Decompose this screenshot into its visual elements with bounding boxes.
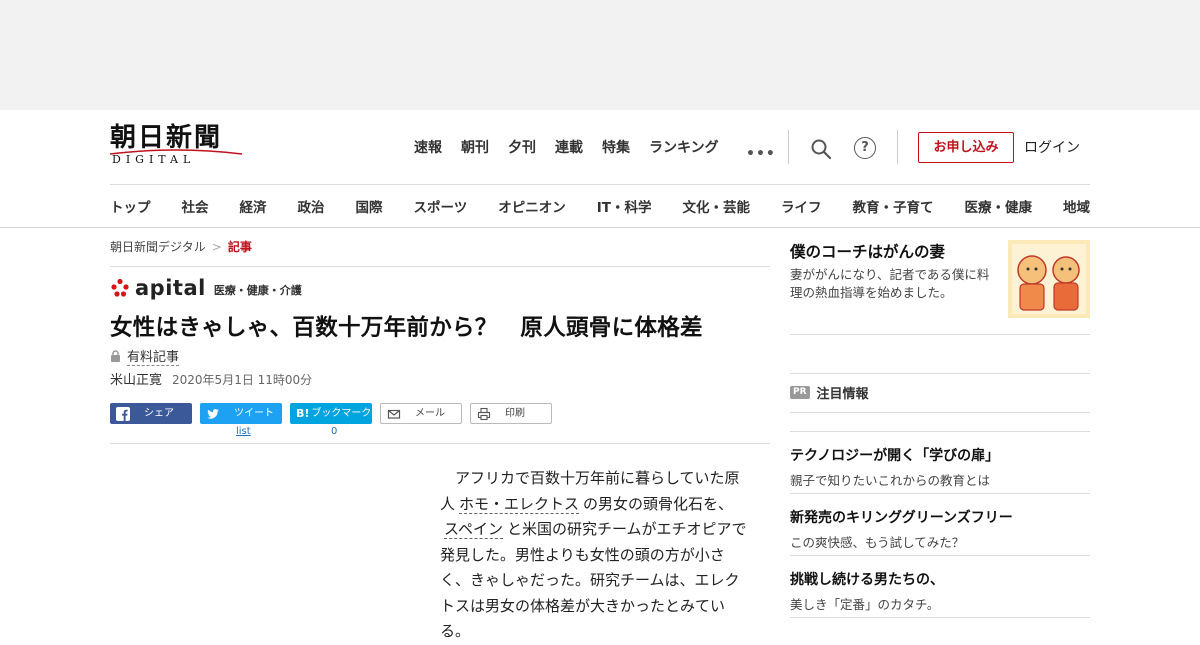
- hatena-icon: B!: [296, 406, 310, 420]
- printer-icon: [477, 407, 491, 420]
- breadcrumb-separator: >: [211, 240, 222, 254]
- category-item[interactable]: オピニオン: [498, 196, 566, 216]
- site-header: 朝日新聞 DIGITAL 速報 朝刊 夕刊 連載 特集 ランキング ••• ? …: [0, 110, 1200, 228]
- article-date: 2020年5月1日 11時00分: [172, 373, 313, 387]
- breadcrumb: 朝日新聞デジタル > 記事: [110, 238, 252, 255]
- twitter-count[interactable]: list: [236, 426, 251, 437]
- paid-article-text: 有料記事: [127, 346, 180, 366]
- sidebar-divider: [790, 617, 1090, 618]
- category-item[interactable]: 医療・健康: [964, 196, 1032, 216]
- pr-item-desc: 親子で知りたいこれからの教育とは: [790, 473, 991, 488]
- section-category: 医療・健康・介護: [213, 284, 302, 297]
- body-link-spain[interactable]: スペイン: [444, 520, 503, 539]
- category-item[interactable]: スポーツ: [414, 196, 468, 216]
- pr-heading-text: 注目情報: [816, 387, 869, 402]
- pr-item-title: テクノロジーが開く「学びの扉」: [790, 448, 1000, 464]
- category-item[interactable]: ライフ: [781, 196, 822, 216]
- top-nav-item[interactable]: 速報: [414, 138, 442, 158]
- top-nav-item[interactable]: ランキング: [649, 138, 719, 158]
- category-item[interactable]: IT・科学: [597, 196, 652, 216]
- breadcrumb-divider: [110, 266, 770, 267]
- category-nav: トップ 社会 経済 政治 国際 スポーツ オピニオン IT・科学 文化・芸能 ラ…: [110, 196, 1090, 216]
- hatena-bookmark-button[interactable]: B! ブックマーク: [290, 403, 372, 424]
- mail-icon: [387, 409, 401, 419]
- sidebar-divider: [790, 334, 1090, 335]
- top-nav-item[interactable]: 夕刊: [508, 138, 536, 158]
- body-link-homo-erectus[interactable]: ホモ・エレクトス: [459, 494, 580, 514]
- article-body: アフリカで百数十万年前に暮らしていた原人 ホモ・エレクトス の男女の頭骨化石を、スペ…: [440, 466, 748, 645]
- header-divider-line: [110, 184, 1090, 185]
- sidebar-divider: [790, 431, 1090, 432]
- help-icon[interactable]: ?: [854, 137, 876, 159]
- category-item[interactable]: 政治: [298, 196, 325, 216]
- breadcrumb-home[interactable]: 朝日新聞デジタル: [110, 240, 206, 254]
- category-item[interactable]: 教育・子育て: [852, 196, 933, 216]
- twitter-share-button[interactable]: ツイート: [200, 403, 282, 424]
- site-logo[interactable]: 朝日新聞 DIGITAL: [110, 124, 242, 170]
- apital-dots-icon: [111, 278, 129, 297]
- pr-item[interactable]: テクノロジーが開く「学びの扉」 親子で知りたいこれからの教育とは: [790, 445, 1090, 489]
- lock-icon: [111, 350, 120, 362]
- login-link[interactable]: ログイン: [1024, 138, 1080, 158]
- search-icon[interactable]: [810, 138, 832, 160]
- facebook-icon: [116, 406, 130, 421]
- byline: 米山正寛 2020年5月1日 11時00分: [110, 369, 312, 388]
- category-item[interactable]: 地域: [1063, 196, 1090, 216]
- print-label: 印刷: [505, 408, 525, 419]
- category-item[interactable]: 経済: [240, 196, 267, 216]
- promo-description[interactable]: 妻ががんになり、記者である僕に料理の熱血指導を始めました。: [790, 266, 990, 302]
- facebook-share-button[interactable]: シェア: [110, 403, 192, 424]
- share-bar: シェア ツイート B! ブックマーク メール 印刷: [110, 403, 560, 424]
- more-menu-icon[interactable]: •••: [746, 146, 776, 162]
- top-nav-item[interactable]: 特集: [602, 138, 630, 158]
- sidebar-divider: [790, 373, 1090, 374]
- header-divider: [788, 130, 789, 164]
- sidebar-divider: [790, 555, 1090, 556]
- header-divider: [897, 130, 898, 164]
- twitter-share-label: ツイート: [234, 408, 274, 419]
- category-item[interactable]: トップ: [110, 196, 151, 216]
- pr-item[interactable]: 挑戦し続ける男たちの、 美しき「定番」のカタチ。: [790, 569, 1090, 613]
- category-item[interactable]: 社会: [182, 196, 209, 216]
- pr-item-title: 新発売のキリンググリーンズフリー: [790, 510, 1013, 526]
- sidebar-divider: [790, 493, 1090, 494]
- pr-item-desc: この爽快感、もう試してみた？: [790, 535, 965, 550]
- hatena-bookmark-label: ブックマーク: [311, 408, 372, 419]
- sidebar-divider: [790, 412, 1090, 413]
- article-headline: 女性はきゃしゃ、百数十万年前から？ 原人頭骨に体格差: [110, 315, 703, 341]
- facebook-share-label: シェア: [144, 408, 174, 419]
- category-item[interactable]: 国際: [356, 196, 383, 216]
- top-nav-item[interactable]: 朝刊: [461, 138, 489, 158]
- mail-share-button[interactable]: メール: [380, 403, 462, 424]
- mail-share-label: メール: [415, 408, 445, 419]
- top-nav: 速報 朝刊 夕刊 連載 特集 ランキング: [414, 138, 738, 158]
- pr-badge: PR: [790, 386, 810, 399]
- top-nav-item[interactable]: 連載: [555, 138, 583, 158]
- breadcrumb-current: 記事: [227, 240, 252, 254]
- ad-banner-area: [0, 0, 1200, 110]
- pr-item[interactable]: 新発売のキリンググリーンズフリー この爽快感、もう試してみた？: [790, 507, 1090, 551]
- hatena-count[interactable]: 0: [331, 426, 337, 437]
- article-divider: [110, 443, 770, 444]
- twitter-icon: [207, 408, 219, 419]
- section-brand-name: apital: [135, 276, 206, 300]
- apply-button[interactable]: お申し込み: [918, 132, 1014, 163]
- article-author: 米山正寛: [110, 373, 163, 388]
- promo-illustration-icon[interactable]: [1008, 240, 1090, 318]
- pr-item-title: 挑戦し続ける男たちの、: [790, 572, 944, 588]
- print-button[interactable]: 印刷: [470, 403, 552, 424]
- body-text-part: の男女の頭骨化石を、: [583, 494, 734, 513]
- logo-sub-text: DIGITAL: [112, 153, 196, 166]
- section-brand[interactable]: apital 医療・健康・介護: [110, 276, 302, 300]
- pr-section-heading: PR 注目情報: [790, 383, 869, 402]
- paid-article-label[interactable]: 有料記事: [110, 346, 180, 366]
- promo-title[interactable]: 僕のコーチはがんの妻: [790, 240, 945, 262]
- category-item[interactable]: 文化・芸能: [682, 196, 750, 216]
- pr-item-desc: 美しき「定番」のカタチ。: [790, 597, 940, 612]
